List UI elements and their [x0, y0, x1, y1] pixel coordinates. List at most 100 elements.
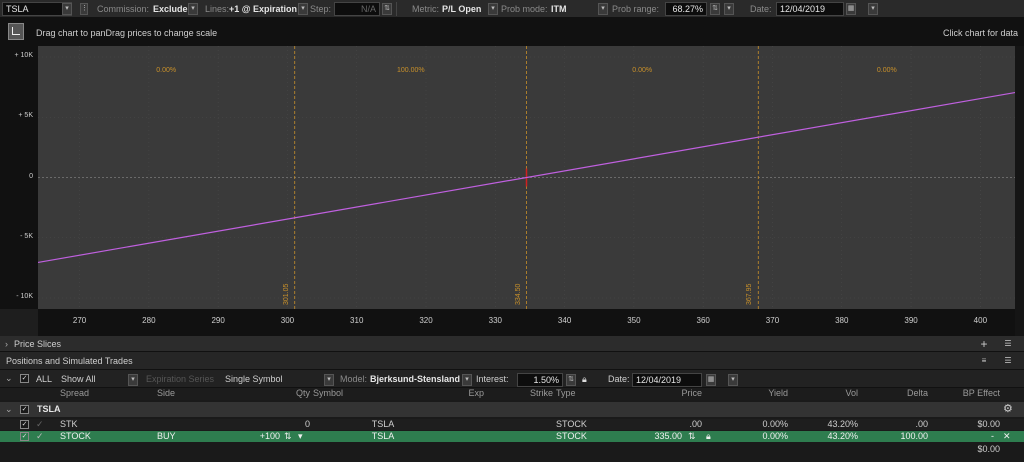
metric-dropdown-icon[interactable]: ▾ [488, 3, 498, 15]
show-all-dropdown-icon[interactable]: ▾ [128, 374, 138, 386]
prob-boundary-label: 301.05 [282, 283, 290, 305]
prob-mode-select[interactable]: ITM [551, 2, 567, 16]
lock-icon[interactable]: 🔒︎ [582, 374, 587, 385]
row-checkbox[interactable]: ✓ [20, 432, 29, 441]
gear-icon[interactable]: ⚙ [1003, 402, 1013, 417]
prob-range-dropdown-icon[interactable]: ▾ [724, 3, 734, 15]
interest-input[interactable]: 1.50% [517, 373, 563, 387]
metric-select[interactable]: P/L Open [442, 2, 481, 16]
chart-scrollbar[interactable] [1015, 46, 1024, 336]
cell-exp [400, 431, 484, 442]
chart-glyph [12, 27, 20, 35]
symbol-dropdown-icon[interactable]: ▾ [62, 3, 72, 15]
x-tick-label: 400 [973, 316, 988, 325]
cell-side[interactable]: BUY [157, 431, 176, 442]
step-input[interactable]: N/A [334, 2, 380, 16]
show-all-select[interactable]: Show All [61, 374, 96, 384]
positions-title: Positions and Simulated Trades [6, 356, 133, 366]
col-price[interactable]: Price [626, 388, 702, 399]
commission-select[interactable]: Exclude [153, 2, 188, 16]
model-select[interactable]: Bjerksund-Stensland [370, 374, 460, 384]
cell-strike [487, 419, 553, 430]
menu-icon[interactable]: ☰ [1002, 355, 1014, 367]
expand-chevron-icon[interactable]: › [5, 336, 8, 352]
price-spinner-icon[interactable]: ⇅ [688, 431, 696, 442]
row-edit-icon[interactable]: ✓ [36, 419, 44, 430]
col-exp[interactable]: Exp [400, 388, 484, 399]
select-all-checkbox[interactable]: ✓ [20, 374, 29, 383]
col-symbol[interactable]: Symbol [313, 388, 343, 399]
cell-qty[interactable]: 0 [230, 419, 310, 430]
row-edit-icon[interactable]: ✓ [36, 431, 44, 442]
lines-dropdown-icon[interactable]: ▾ [298, 3, 308, 15]
prob-boundary-label: 367.95 [746, 283, 754, 305]
cell-delta: .00 [915, 419, 928, 429]
y-tick-label: + 10K [14, 52, 34, 59]
link-icon[interactable]: ⋮ [80, 3, 88, 15]
qty-dropdown-icon[interactable]: ▾ [298, 431, 303, 442]
cell-bp-effect: - [991, 431, 994, 441]
cell-exp [400, 419, 484, 430]
calendar-icon[interactable]: ▦ [846, 3, 856, 15]
total-row: $0.00 [0, 444, 1024, 456]
price-lock-icon[interactable]: 🔒︎ [706, 431, 711, 442]
table-row[interactable]: ✓ ✓ STK 0 TSLA STOCK .00 0.00% 43.20% .0… [0, 419, 1024, 430]
cell-bp-effect: $0.00 [977, 419, 1000, 429]
add-icon[interactable]: + [978, 338, 990, 350]
step-spinner-icon[interactable]: ⇅ [382, 3, 392, 15]
table-row-selected[interactable]: ✓ ✓ STOCK BUY +100 ⇅ ▾ TSLA STOCK 335.00… [0, 431, 1024, 442]
prob-mode-dropdown-icon[interactable]: ▾ [598, 3, 608, 15]
lines-select[interactable]: +1 @ Expiration [229, 2, 297, 16]
col-delta[interactable]: Delta [862, 388, 928, 399]
menu-icon[interactable]: ☰ [1002, 338, 1014, 350]
region-prob-label: 100.00% [396, 67, 425, 74]
positions-toolbar: ⌄ ✓ ALL Show All ▾ Expiration Series Sin… [0, 370, 1024, 388]
group-row-tsla[interactable]: ⌄ ✓ TSLA ⚙ [0, 402, 1024, 417]
col-side[interactable]: Side [157, 388, 175, 399]
grid-date-dropdown-icon[interactable]: ▾ [728, 374, 738, 386]
expiration-series-select[interactable]: Expiration Series [146, 374, 214, 384]
cell-qty[interactable]: +100 [230, 431, 280, 442]
chart-settings-icon[interactable] [8, 23, 24, 40]
region-prob-label: 0.00% [876, 67, 897, 74]
commission-dropdown-icon[interactable]: ▾ [188, 3, 198, 15]
qty-spinner-icon[interactable]: ⇅ [284, 431, 292, 442]
col-vol[interactable]: Vol [792, 388, 858, 399]
col-bp-effect[interactable]: BP Effect [932, 388, 1000, 399]
date-dropdown-icon[interactable]: ▾ [868, 3, 878, 15]
x-axis: 270 280 290 300 310 320 330 340 350 360 370 380 390 4… [38, 309, 1015, 336]
col-type[interactable]: Type [556, 388, 576, 399]
cell-yield: 0.00% [762, 419, 788, 429]
collapse-icon[interactable]: ≡ [978, 355, 990, 367]
col-qty[interactable]: Qty [230, 388, 310, 399]
single-symbol-select[interactable]: Single Symbol [225, 374, 283, 384]
collapse-chevron-icon[interactable]: ⌄ [5, 373, 13, 384]
cell-price[interactable]: .00 [626, 419, 702, 430]
date-input[interactable]: 12/04/2019 [776, 2, 844, 16]
prob-range-value: 68.27% [672, 4, 703, 14]
x-tick-label: 330 [488, 316, 502, 325]
x-tick-label: 290 [211, 316, 225, 325]
price-slices-header[interactable]: › Price Slices + ☰ [0, 336, 1024, 352]
col-strike[interactable]: Strike [487, 388, 553, 399]
grid-calendar-icon[interactable]: ▦ [706, 374, 716, 386]
all-label: ALL [36, 374, 53, 384]
remove-row-icon[interactable]: ✕ [1003, 431, 1011, 442]
group-name: TSLA [37, 404, 61, 414]
x-tick-label: 320 [419, 316, 433, 325]
col-spread[interactable]: Spread [60, 388, 89, 399]
model-dropdown-icon[interactable]: ▾ [462, 374, 472, 386]
row-checkbox[interactable]: ✓ [20, 420, 29, 429]
prob-range-spinner-icon[interactable]: ⇅ [710, 3, 720, 15]
cell-price[interactable]: 335.00 [626, 431, 682, 442]
group-checkbox[interactable]: ✓ [20, 405, 29, 414]
interest-spinner-icon[interactable]: ⇅ [566, 374, 576, 386]
prob-range-input[interactable]: 68.27% [665, 2, 707, 16]
cell-spread: STOCK [60, 431, 91, 441]
plot-area[interactable]: 301.05 334.50 367.95 0.00% 100.00% 0.00% 0.00% [37, 46, 1016, 309]
grid-date-input[interactable]: 12/04/2019 [632, 373, 702, 387]
risk-profile-chart[interactable]: + 10K + 5K 0 - 5K - 10K 301.05 334.50 367.95 0.… [0, 46, 1024, 336]
col-yield[interactable]: Yield [718, 388, 788, 399]
single-symbol-dropdown-icon[interactable]: ▾ [324, 374, 334, 386]
group-chevron-icon[interactable]: ⌄ [5, 402, 13, 417]
